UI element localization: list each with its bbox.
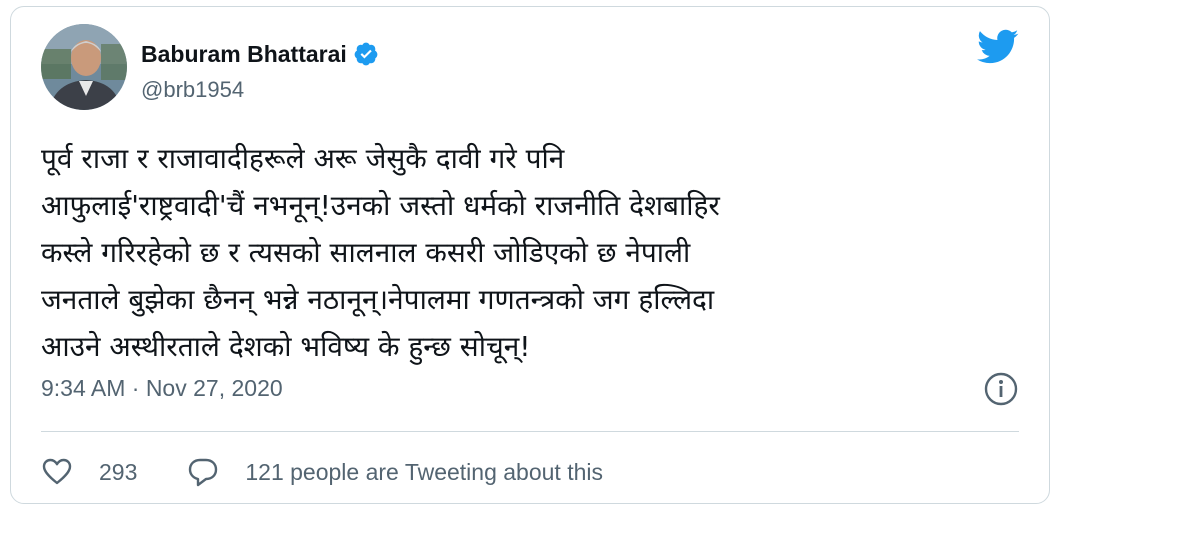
tweet-timestamp[interactable]: 9:34 AM · Nov 27, 2020 [41, 375, 283, 402]
tweet-card: Baburam Bhattarai @brb1954 पूर्व राजा र … [10, 6, 1050, 504]
reply-text: 121 people are Tweeting about this [245, 458, 603, 485]
author-handle[interactable]: @brb1954 [141, 77, 244, 103]
heart-icon [42, 458, 72, 485]
reply-button[interactable]: 121 people are Tweeting about this [187, 456, 603, 488]
tweet-text: पूर्व राजा र राजावादीहरूले अरू जेसुकै दा… [41, 142, 720, 363]
twitter-bird-icon[interactable] [977, 29, 1019, 65]
like-button[interactable]: 293 [41, 456, 137, 488]
author-display-name[interactable]: Baburam Bhattarai [141, 41, 347, 68]
info-icon[interactable] [983, 371, 1019, 407]
verified-badge-icon [353, 41, 379, 67]
action-bar: 293 121 people are Tweeting about this [41, 447, 603, 497]
author-name-row: Baburam Bhattarai [141, 39, 379, 69]
avatar-image [41, 24, 127, 110]
speech-bubble-icon [189, 458, 218, 487]
avatar[interactable] [41, 24, 127, 110]
divider [41, 431, 1019, 432]
like-count: 293 [99, 458, 138, 485]
